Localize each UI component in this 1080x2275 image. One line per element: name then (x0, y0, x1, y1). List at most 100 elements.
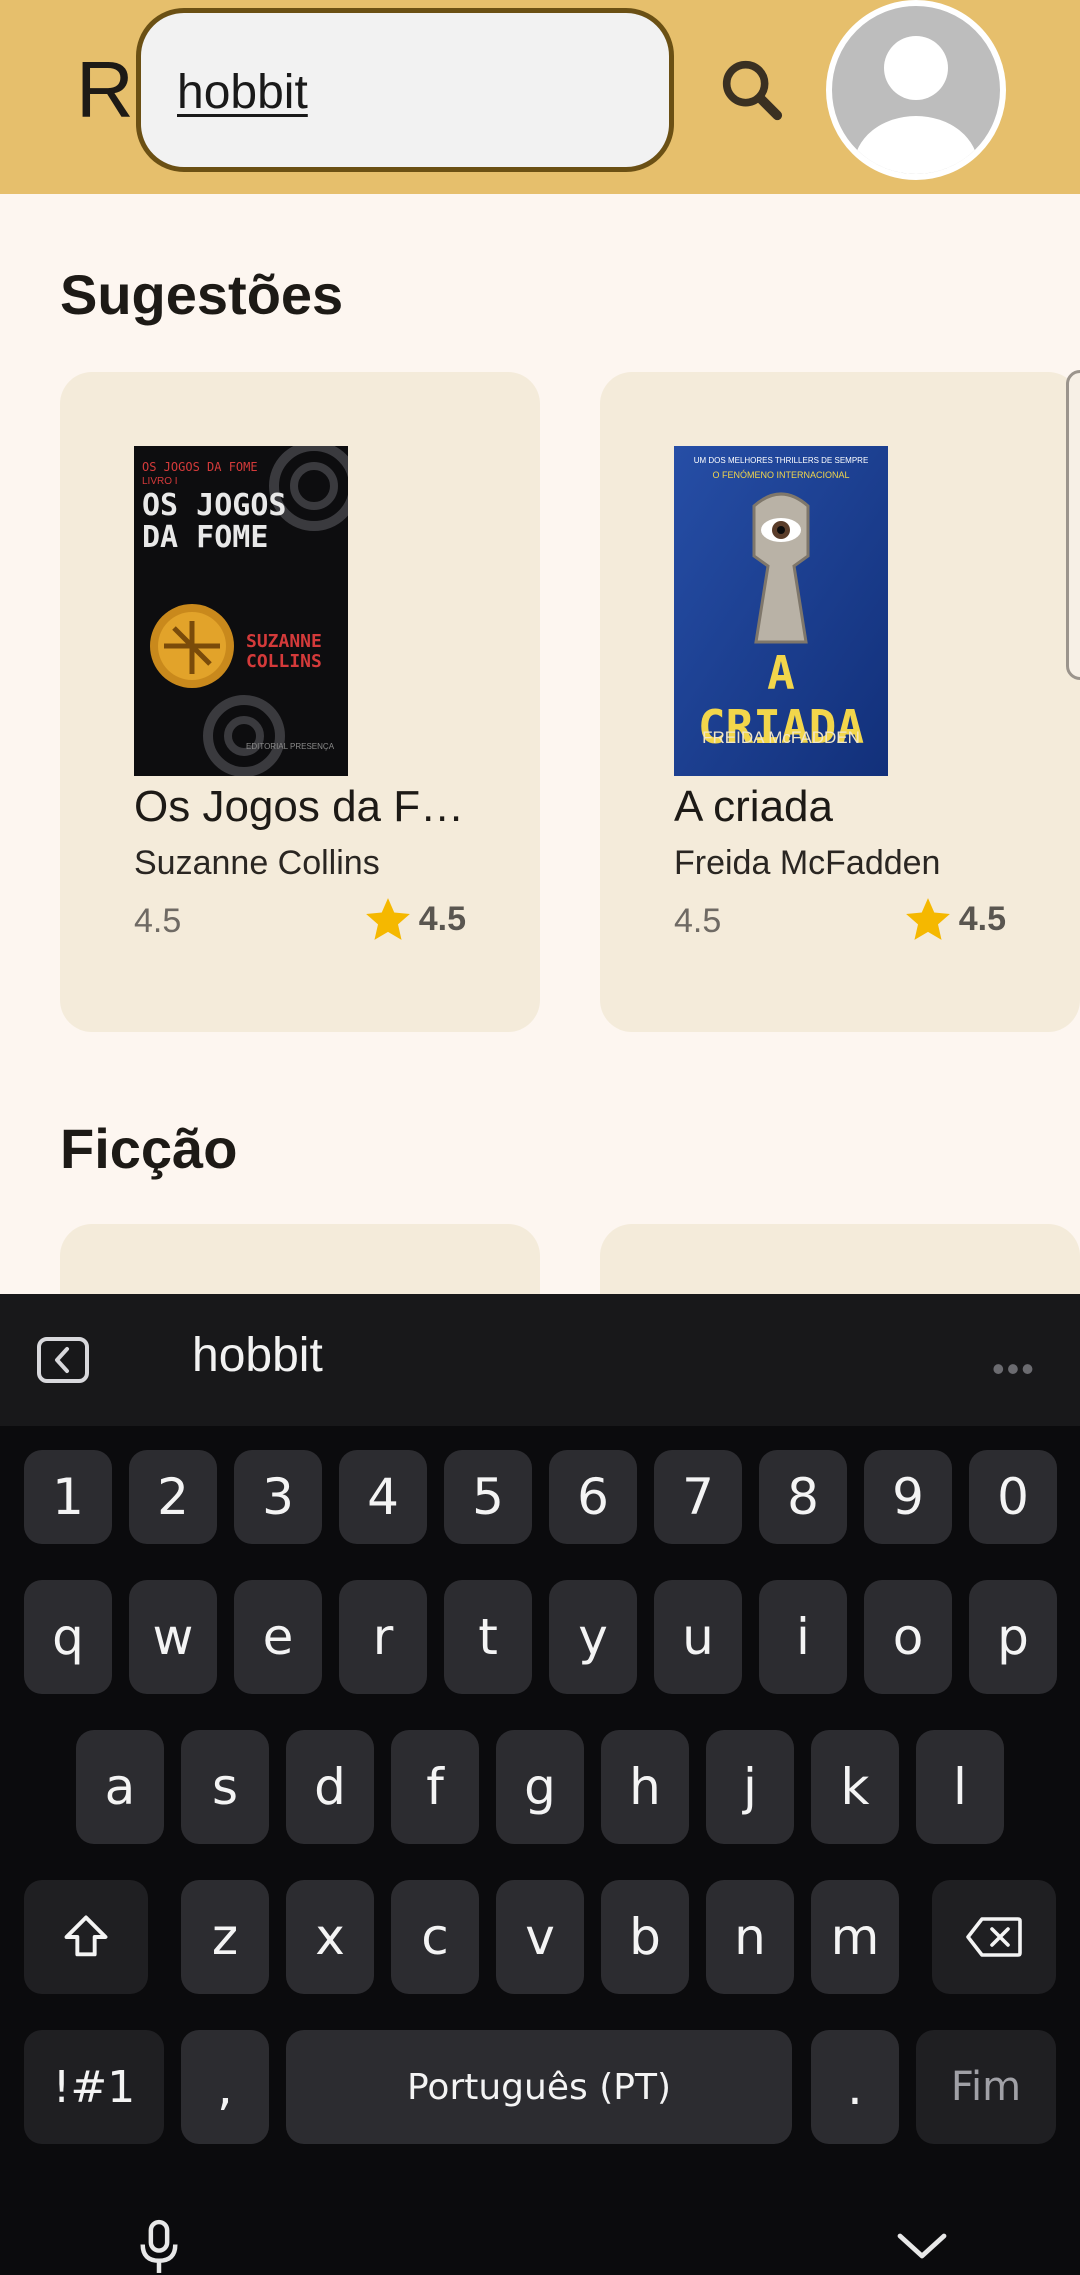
key-r[interactable]: r (339, 1580, 427, 1694)
key-9[interactable]: 9 (864, 1450, 952, 1544)
key-l[interactable]: l (916, 1730, 1004, 1844)
key-label: s (211, 1758, 239, 1816)
user-icon (854, 36, 978, 174)
cover-author: SUZANNE COLLINS (246, 631, 322, 672)
key-label: 0 (997, 1468, 1029, 1526)
key-label: v (525, 1908, 555, 1966)
key-label: 2 (157, 1468, 189, 1526)
space-key[interactable]: Português (PT) (286, 2030, 792, 2144)
key-k[interactable]: k (811, 1730, 899, 1844)
key-y[interactable]: y (549, 1580, 637, 1694)
symbols-key[interactable]: !#1 (24, 2030, 164, 2144)
key-a[interactable]: a (76, 1730, 164, 1844)
more-options-icon[interactable]: ••• (992, 1348, 1036, 1390)
key-8[interactable]: 8 (759, 1450, 847, 1544)
book-card[interactable]: OS JOGOS DA FOME LIVRO I OS JOGOS DA FOM… (60, 372, 540, 1032)
key-label: j (743, 1758, 757, 1816)
key-label: o (892, 1608, 924, 1666)
key-label: i (796, 1608, 810, 1666)
key-label: a (104, 1758, 136, 1816)
key-5[interactable]: 5 (444, 1450, 532, 1544)
backspace-icon (966, 1917, 1022, 1957)
shift-icon (64, 1915, 108, 1957)
key-label: 6 (577, 1468, 609, 1526)
key-d[interactable]: d (286, 1730, 374, 1844)
hide-keyboard-button[interactable] (896, 2230, 948, 2267)
search-button[interactable] (714, 52, 790, 128)
key-label: 8 (787, 1468, 819, 1526)
key-label: r (372, 1608, 394, 1666)
shift-key[interactable] (24, 1880, 148, 1994)
cover-series: LIVRO I (142, 476, 178, 487)
key-z[interactable]: z (181, 1880, 269, 1994)
key-label: !#1 (52, 2061, 136, 2113)
key-label: k (840, 1758, 870, 1816)
key-label: 9 (892, 1468, 924, 1526)
key-w[interactable]: w (129, 1580, 217, 1694)
key-label: w (152, 1608, 194, 1666)
key-s[interactable]: s (181, 1730, 269, 1844)
keyboard-suggestion[interactable]: hobbit (192, 1328, 323, 1383)
comma-key[interactable]: , (181, 2030, 269, 2144)
key-3[interactable]: 3 (234, 1450, 322, 1544)
key-0[interactable]: 0 (969, 1450, 1057, 1544)
search-icon (722, 60, 783, 121)
key-b[interactable]: b (601, 1880, 689, 1994)
key-t[interactable]: t (444, 1580, 532, 1694)
key-label: q (52, 1608, 84, 1666)
app-bar: Re hobbit (0, 0, 1080, 194)
key-1[interactable]: 1 (24, 1450, 112, 1544)
voice-input-button[interactable] (134, 2218, 184, 2275)
section-title-fiction: Ficção (60, 1117, 238, 1180)
key-label: m (830, 1908, 880, 1966)
key-n[interactable]: n (706, 1880, 794, 1994)
key-c[interactable]: c (391, 1880, 479, 1994)
key-f[interactable]: f (391, 1730, 479, 1844)
key-o[interactable]: o (864, 1580, 952, 1694)
key-2[interactable]: 2 (129, 1450, 217, 1544)
chevron-left-box-icon (37, 1337, 89, 1383)
key-6[interactable]: 6 (549, 1450, 637, 1544)
book-star-rating-value: 4.5 (958, 899, 1006, 938)
key-label: b (629, 1908, 661, 1966)
key-label: d (314, 1758, 346, 1816)
microphone-icon (140, 2219, 178, 2273)
book-star-rating: 4.5 (363, 894, 466, 944)
key-g[interactable]: g (496, 1730, 584, 1844)
key-label: n (734, 1908, 766, 1966)
key-label: 7 (682, 1468, 714, 1526)
next-card-edge[interactable] (1066, 370, 1080, 680)
search-query-text[interactable]: hobbit (177, 65, 308, 120)
key-label: l (953, 1758, 967, 1816)
key-p[interactable]: p (969, 1580, 1057, 1694)
key-label: y (578, 1608, 608, 1666)
book-cover: UM DOS MELHORES THRILLERS DE SEMPRE O FE… (674, 446, 888, 776)
key-h[interactable]: h (601, 1730, 689, 1844)
keyboard-back-button[interactable] (36, 1336, 90, 1384)
key-label: h (629, 1758, 661, 1816)
key-i[interactable]: i (759, 1580, 847, 1694)
period-key[interactable]: . (811, 2030, 899, 2144)
cover-top-text: UM DOS MELHORES THRILLERS DE SEMPRE (693, 456, 869, 465)
key-m[interactable]: m (811, 1880, 899, 1994)
key-j[interactable]: j (706, 1730, 794, 1844)
book-title: A criada (674, 782, 833, 831)
key-x[interactable]: x (286, 1880, 374, 1994)
key-label: 1 (52, 1468, 84, 1526)
enter-key[interactable]: Fim (916, 2030, 1056, 2144)
book-card[interactable]: UM DOS MELHORES THRILLERS DE SEMPRE O FE… (600, 372, 1080, 1032)
key-label: e (262, 1608, 294, 1666)
key-label: 4 (367, 1468, 399, 1526)
key-v[interactable]: v (496, 1880, 584, 1994)
backspace-key[interactable] (932, 1880, 1056, 1994)
key-q[interactable]: q (24, 1580, 112, 1694)
key-u[interactable]: u (654, 1580, 742, 1694)
key-e[interactable]: e (234, 1580, 322, 1694)
cover-subtitle: O FENÓMENO INTERNACIONAL (712, 470, 850, 480)
search-input[interactable]: hobbit (136, 8, 674, 172)
profile-avatar-button[interactable] (826, 0, 1006, 180)
key-4[interactable]: 4 (339, 1450, 427, 1544)
key-7[interactable]: 7 (654, 1450, 742, 1544)
key-label: Fim (950, 2064, 1022, 2110)
key-label: f (426, 1758, 444, 1816)
